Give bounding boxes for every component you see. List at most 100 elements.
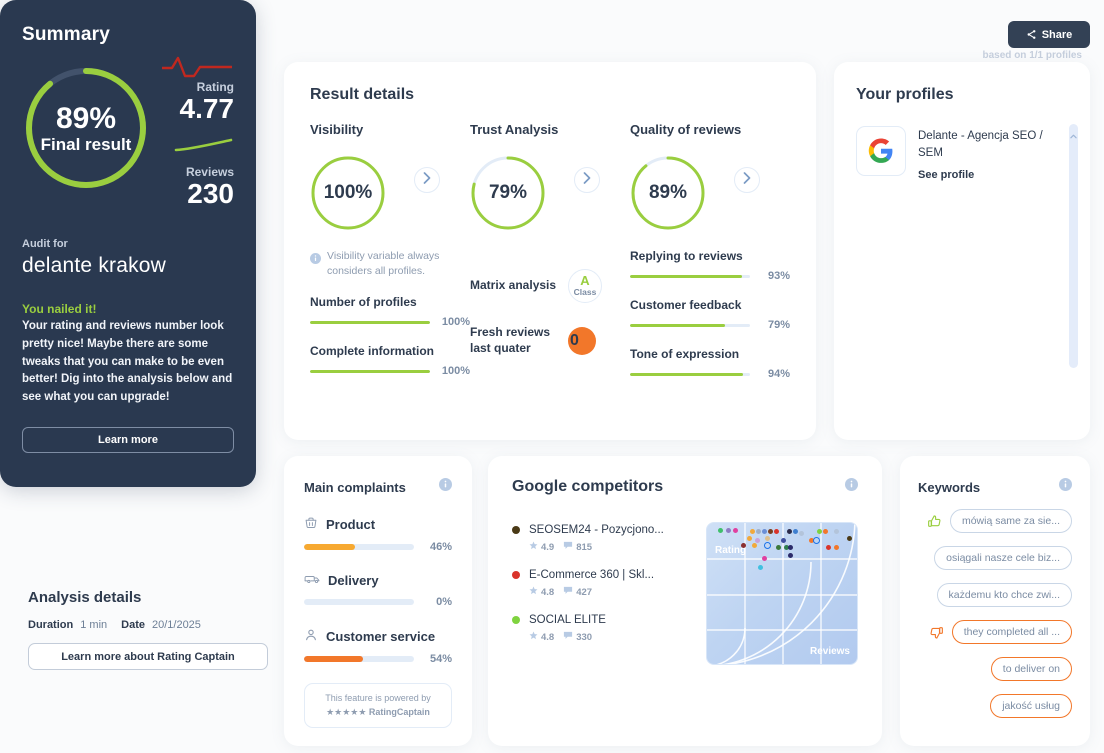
keyword-chip[interactable]: they completed all ... xyxy=(951,620,1072,644)
share-label: Share xyxy=(1041,28,1073,41)
verdict-title: You nailed it! xyxy=(22,302,97,316)
visibility-head: Visibility xyxy=(310,122,364,137)
basket-icon xyxy=(304,516,318,533)
keyword-chip[interactable]: jakość usług xyxy=(990,694,1072,718)
thumbs-up-icon xyxy=(927,514,944,529)
keywords-panel: Keywords mówią same za sie... osiągali n… xyxy=(900,456,1090,746)
comment-icon xyxy=(563,586,573,598)
competitor-name: E-Commerce 360 | Skl... xyxy=(529,569,655,582)
keyword-chip[interactable]: osiągali nasze cele biz... xyxy=(934,546,1072,570)
analysis-details-row: Duration 1 min Date 20/1/2025 xyxy=(28,619,268,631)
your-profiles-panel: Your profiles Delante - Agencja SEO / SE… xyxy=(834,62,1090,440)
scatter-point xyxy=(718,527,724,533)
scatter-point xyxy=(786,529,792,535)
bar-track xyxy=(310,369,430,373)
trust-analysis-expand-button[interactable] xyxy=(574,167,600,193)
result-column-quality-of-reviews: Quality of reviews 89% Replying to revie… xyxy=(630,122,790,380)
keyword-row: każdemu kto chce zwi... xyxy=(918,583,1072,607)
profile-item[interactable]: Delante - Agencja SEO / SEM See profile xyxy=(856,126,1068,181)
star-icon xyxy=(529,541,538,553)
comment-icon xyxy=(563,541,573,553)
keyword-chip[interactable]: każdemu kto chce zwi... xyxy=(936,583,1072,607)
comment-icon xyxy=(563,631,573,643)
bar-tone-of-expression: Tone of expression 94% xyxy=(630,347,790,380)
competitor-scatter-chart[interactable]: Rating Reviews xyxy=(706,522,858,665)
final-result-donut: 89% Final result xyxy=(22,64,150,192)
summary-title: Summary xyxy=(22,24,110,45)
info-icon[interactable] xyxy=(439,478,452,496)
reviews-sparkline xyxy=(174,139,233,152)
date-label: Date xyxy=(121,619,145,631)
rating-value: 4.77 xyxy=(179,93,235,124)
rating-caption: Rating xyxy=(196,80,234,94)
bar-label: Customer feedback xyxy=(630,298,742,312)
complaint-track xyxy=(304,656,414,662)
scatter-point xyxy=(826,544,832,550)
complaint-label: Customer service xyxy=(326,629,436,644)
keyword-chip[interactable]: to deliver on xyxy=(990,657,1072,681)
profiles-scrollbar[interactable] xyxy=(1069,124,1078,368)
quality-of-reviews-expand-button[interactable] xyxy=(734,167,760,193)
keywords-title: Keywords xyxy=(918,479,981,495)
matrix-analysis-row: Matrix analysis A Class xyxy=(470,269,630,303)
bar-percent: 100% xyxy=(441,365,470,378)
complaint-percent: 0% xyxy=(436,596,452,608)
learn-more-button[interactable]: Learn more xyxy=(22,427,234,454)
google-competitors-panel: Google competitors SEOSEM24 - Pozycjono.… xyxy=(488,456,882,746)
list-item[interactable]: SOCIAL ELITE 4.8 330 xyxy=(512,612,692,643)
final-result-label: Final result xyxy=(40,134,132,154)
bar-customer-feedback: Customer feedback 79% xyxy=(630,298,790,331)
profile-name: Delante - Agencja SEO / SEM xyxy=(918,130,1043,159)
visibility-percent: 100% xyxy=(323,182,373,203)
keyword-row: they completed all ... xyxy=(918,620,1072,644)
share-button[interactable]: Share xyxy=(1008,21,1090,48)
final-result-percent: 89% xyxy=(55,101,117,135)
complaint-percent: 54% xyxy=(429,653,452,665)
chart-x-axis-label: Reviews xyxy=(809,646,850,657)
visibility-expand-button[interactable] xyxy=(414,167,440,193)
visibility-note-text: Visibility variable always considers all… xyxy=(327,250,440,278)
fresh-reviews-label: Fresh reviews last quater xyxy=(470,325,551,355)
complaint-product: Product 46% xyxy=(304,516,452,553)
info-icon[interactable] xyxy=(1059,478,1072,496)
chevron-right-icon xyxy=(583,171,591,189)
quality-of-reviews-percent: 89% xyxy=(648,182,688,203)
complaint-delivery: Delivery 0% xyxy=(304,573,452,608)
keyword-row: osiągali nasze cele biz... xyxy=(918,546,1072,570)
class-letter: A xyxy=(580,273,590,289)
bar-percent: 79% xyxy=(767,319,790,331)
complaint-customer-service: Customer service 54% xyxy=(304,628,452,665)
reviews-caption: Reviews xyxy=(185,165,234,180)
competitor-rating: 4.8 xyxy=(541,586,555,598)
rating-reviews-block: Rating 4.77 Reviews 230 xyxy=(134,54,234,209)
scatter-point xyxy=(812,536,820,544)
dashboard-page: Share Summary based on 1/1 profiles 89% … xyxy=(0,0,1104,753)
fresh-reviews-circle: 0 xyxy=(568,326,596,355)
google-competitors-title: Google competitors xyxy=(512,478,664,495)
analysis-details: Analysis details Duration 1 min Date 20/… xyxy=(28,589,268,670)
competitor-name: SOCIAL ELITE xyxy=(529,614,606,627)
competitor-reviews: 427 xyxy=(576,586,593,598)
info-icon xyxy=(310,251,321,264)
matrix-analysis-label: Matrix analysis xyxy=(470,278,557,293)
bar-track xyxy=(310,320,430,324)
complaint-track xyxy=(304,544,414,550)
list-item[interactable]: SEOSEM24 - Pozycjono... 4.9 815 xyxy=(512,522,692,553)
scatter-point xyxy=(754,537,760,543)
result-details-title: Result details xyxy=(310,86,415,103)
keyword-chip[interactable]: mówią same za sie... xyxy=(949,509,1072,533)
chevron-up-icon xyxy=(1070,126,1077,144)
share-icon xyxy=(1026,29,1037,40)
bar-track xyxy=(630,372,750,376)
complaint-label: Product xyxy=(326,517,376,532)
bar-complete-information: Complete information 100% xyxy=(310,344,470,377)
learn-more-rating-captain-button[interactable]: Learn more about Rating Captain xyxy=(28,643,268,670)
keyword-row: mówią same za sie... xyxy=(918,509,1072,533)
competitor-rating: 4.8 xyxy=(541,631,555,643)
rating-captain-label: RatingCaptain xyxy=(368,707,430,718)
see-profile-link[interactable]: See profile xyxy=(918,169,1068,181)
info-icon[interactable] xyxy=(845,478,858,496)
list-item[interactable]: E-Commerce 360 | Skl... 4.8 427 xyxy=(512,567,692,598)
result-details-panel: Result details Visibility 100% Visibilit… xyxy=(284,62,816,440)
scatter-point xyxy=(775,544,781,550)
